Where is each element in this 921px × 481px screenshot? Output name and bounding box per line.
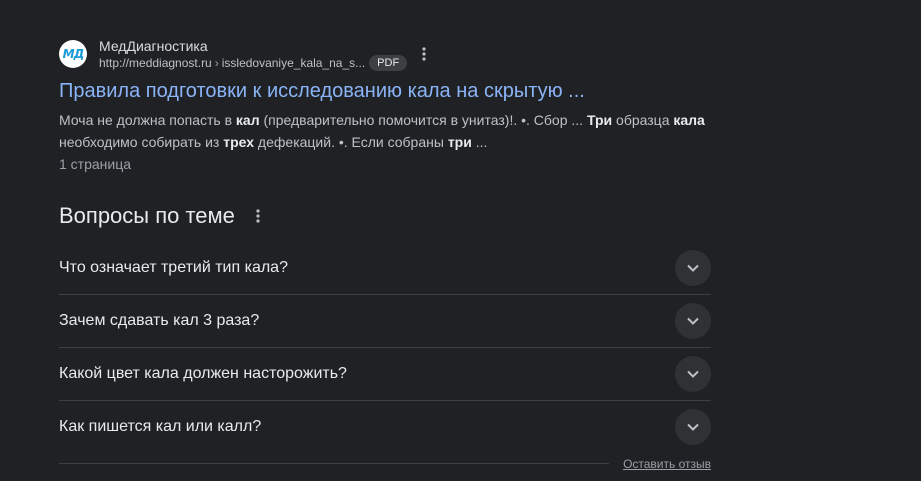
result-snippet: Моча не должна попасть в кал (предварите…: [59, 109, 719, 153]
url-path: issledovaniye_kala_na_s...: [221, 56, 366, 70]
question-item[interactable]: Какой цвет кала должен насторожить?: [59, 348, 711, 401]
result-url[interactable]: http://meddiagnost.ru › issledovaniye_ka…: [99, 55, 408, 71]
question-text: Что означает третий тип кала?: [59, 259, 288, 276]
snippet-text: дефекаций. •. Если собраны: [254, 134, 448, 150]
snippet-text: (предварительно помочится в унитаз)!. •.…: [259, 112, 587, 128]
favicon-logo-text: МД: [62, 47, 85, 61]
snippet-highlight: кала: [673, 112, 705, 128]
source-text: МедДиагностика http://meddiagnost.ru › i…: [99, 37, 408, 71]
pdf-badge: PDF: [369, 55, 408, 71]
question-text: Как пишется кал или калл?: [59, 418, 262, 435]
snippet-highlight: три: [447, 134, 472, 150]
search-results-page: МД МедДиагностика http://meddiagnost.ru …: [0, 0, 921, 481]
feedback-link[interactable]: Оставить отзыв: [623, 457, 711, 471]
question-text: Какой цвет кала должен насторожить?: [59, 365, 347, 382]
question-item[interactable]: Зачем сдавать кал 3 раза?: [59, 295, 711, 348]
more-vert-icon[interactable]: [251, 206, 265, 226]
snippet-highlight: кал: [235, 112, 260, 128]
chevron-down-icon: [687, 264, 699, 272]
search-result: МД МедДиагностика http://meddiagnost.ru …: [59, 36, 719, 175]
chevron-down-icon: [687, 423, 699, 431]
page-count: 1 страница: [59, 156, 132, 172]
expand-button[interactable]: [675, 409, 711, 445]
expand-button[interactable]: [675, 250, 711, 286]
related-questions-title: Вопросы по теме: [59, 203, 235, 228]
more-vert-icon[interactable]: [417, 45, 431, 63]
url-separator: ›: [214, 56, 219, 70]
related-questions: Вопросы по теме Что означает третий тип …: [59, 198, 711, 473]
snippet-text: ...: [471, 134, 488, 150]
question-item[interactable]: Что означает третий тип кала?: [59, 242, 711, 295]
snippet-text: образца: [612, 112, 674, 128]
expand-button[interactable]: [675, 356, 711, 392]
chevron-down-icon: [687, 317, 699, 325]
url-host: http://meddiagnost.ru: [99, 56, 212, 70]
feedback-row: Оставить отзыв: [59, 455, 711, 473]
snippet-highlight: трех: [223, 134, 255, 150]
question-list: Что означает третий тип кала? Зачем сдав…: [59, 242, 711, 453]
chevron-down-icon: [687, 370, 699, 378]
snippet-text: необходимо собирать из: [59, 134, 224, 150]
result-source: МД МедДиагностика http://meddiagnost.ru …: [59, 36, 719, 72]
result-title-link[interactable]: Правила подготовки к исследованию кала н…: [59, 78, 719, 104]
expand-button[interactable]: [675, 303, 711, 339]
related-questions-header: Вопросы по теме: [59, 198, 711, 234]
snippet-text: Моча не должна попасть в: [59, 112, 236, 128]
snippet-highlight: Три: [586, 112, 613, 128]
question-item[interactable]: Как пишется кал или калл?: [59, 401, 711, 453]
site-name[interactable]: МедДиагностика: [99, 37, 407, 55]
divider: [59, 463, 609, 464]
question-text: Зачем сдавать кал 3 раза?: [59, 312, 260, 329]
site-favicon[interactable]: МД: [59, 40, 87, 68]
